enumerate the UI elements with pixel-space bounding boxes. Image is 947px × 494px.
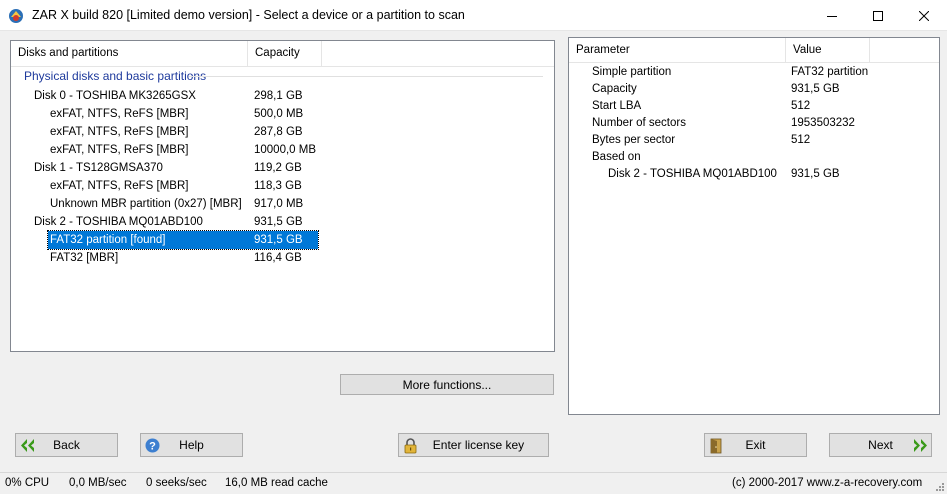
tree-row[interactable]: Disk 1 - TS128GMSA370 119,2 GB [11,159,551,177]
tree-row[interactable]: exFAT, NTFS, ReFS [MBR] 287,8 GB [11,123,551,141]
tree-row[interactable]: Disk 0 - TOSHIBA MK3265GSX 298,1 GB [11,87,551,105]
tree-row[interactable]: exFAT, NTFS, ReFS [MBR] 10000,0 MB [11,141,551,159]
group-label: Physical disks and basic partitions [24,69,207,83]
row-capacity: 500,0 MB [254,108,304,120]
close-icon [919,10,929,21]
next-arrow-icon [914,439,927,452]
back-button[interactable]: Back [15,433,118,457]
tree-row[interactable]: exFAT, NTFS, ReFS [MBR] 500,0 MB [11,105,551,123]
row-name: Disk 1 - TS128GMSA370 [34,162,163,174]
property-param: Bytes per sector [592,134,676,146]
license-label: Enter license key [432,438,525,452]
svg-text:?: ? [149,441,156,453]
tree-row[interactable]: FAT32 [MBR] 116,4 GB [11,249,551,267]
resize-grip-icon[interactable] [935,482,945,492]
row-name: FAT32 partition [found] [48,231,247,249]
properties-header: Parameter Value [569,38,939,63]
close-button[interactable] [901,0,947,31]
minimize-icon [827,15,837,17]
row-name: Disk 2 - TOSHIBA MQ01ABD100 [34,216,203,228]
read-speed-status: 0,0 MB/sec [69,477,127,489]
row-capacity: 10000,0 MB [254,144,317,156]
row-capacity: 287,8 GB [254,126,303,138]
help-icon: ? [145,438,160,453]
row-name: Unknown MBR partition (0x27) [MBR] [50,198,242,210]
row-capacity: 298,1 GB [254,90,303,102]
copyright-text: (c) 2000-2017 www.z-a-recovery.com [732,477,923,489]
tree-header: Disks and partitions Capacity [11,41,554,67]
status-bar: 0% CPU 0,0 MB/sec 0 seeks/sec 16,0 MB re… [0,472,947,494]
row-name: exFAT, NTFS, ReFS [MBR] [50,126,189,138]
row-capacity: 917,0 MB [254,198,304,210]
property-value: 512 [791,134,811,146]
back-arrow-icon [21,439,34,452]
tree-row[interactable]: Unknown MBR partition (0x27) [MBR] 917,0… [11,195,551,213]
column-capacity[interactable]: Capacity [248,41,322,66]
property-param: Disk 2 - TOSHIBA MQ01ABD100 [608,168,777,180]
property-param: Simple partition [592,66,672,78]
cpu-status: 0% CPU [5,477,50,489]
property-value: 931,5 GB [791,83,840,95]
row-capacity: 116,4 GB [254,252,302,264]
seeks-status: 0 seeks/sec [146,477,207,489]
read-cache-status: 16,0 MB read cache [225,477,328,489]
title-bar: ZAR X build 820 [Limited demo version] -… [0,0,947,31]
help-button[interactable]: ? Help [140,433,243,457]
back-label: Back [53,438,80,452]
property-value: 931,5 GB [791,168,840,180]
enter-license-key-button[interactable]: Enter license key [398,433,549,457]
property-value: 512 [791,100,811,112]
column-value[interactable]: Value [786,38,870,62]
row-name: FAT32 [MBR] [50,252,119,264]
column-parameter[interactable]: Parameter [569,38,786,62]
maximize-icon [873,10,883,21]
property-param: Based on [592,151,641,163]
maximize-button[interactable] [855,0,901,31]
properties-panel[interactable]: Parameter Value Simple partition FAT32 p… [568,37,940,415]
column-disks-partitions[interactable]: Disks and partitions [11,41,248,66]
exit-button[interactable]: Exit [704,433,807,457]
property-param: Capacity [592,83,637,95]
zar-app-icon [9,9,23,23]
row-name: exFAT, NTFS, ReFS [MBR] [50,108,189,120]
exit-label: Exit [745,438,766,452]
property-value: FAT32 partition [791,66,869,78]
row-name: Disk 0 - TOSHIBA MK3265GSX [34,90,196,102]
next-label: Next [868,438,893,452]
row-capacity: 931,5 GB [247,231,318,249]
lock-icon [404,438,417,454]
more-functions-button[interactable]: More functions... [340,374,554,395]
disk-tree-panel[interactable]: Disks and partitions Capacity Physical d… [10,40,555,352]
minimize-button[interactable] [809,0,855,31]
tree-row[interactable]: Disk 2 - TOSHIBA MQ01ABD100 931,5 GB [11,213,551,231]
group-divider [189,76,543,77]
row-capacity: 119,2 GB [254,162,302,174]
window-title: ZAR X build 820 [Limited demo version] -… [32,8,465,22]
row-name: exFAT, NTFS, ReFS [MBR] [50,144,189,156]
tree-row-selected[interactable]: FAT32 partition [found] 931,5 GB [47,230,319,250]
next-button[interactable]: Next [829,433,932,457]
row-capacity: 118,3 GB [254,180,302,192]
tree-row[interactable]: exFAT, NTFS, ReFS [MBR] 118,3 GB [11,177,551,195]
row-name: exFAT, NTFS, ReFS [MBR] [50,180,189,192]
property-value: 1953503232 [791,117,855,129]
exit-door-icon [710,438,722,454]
help-label: Help [179,438,204,452]
property-param: Start LBA [592,100,642,112]
property-param: Number of sectors [592,117,686,129]
row-capacity: 931,5 GB [254,216,303,228]
